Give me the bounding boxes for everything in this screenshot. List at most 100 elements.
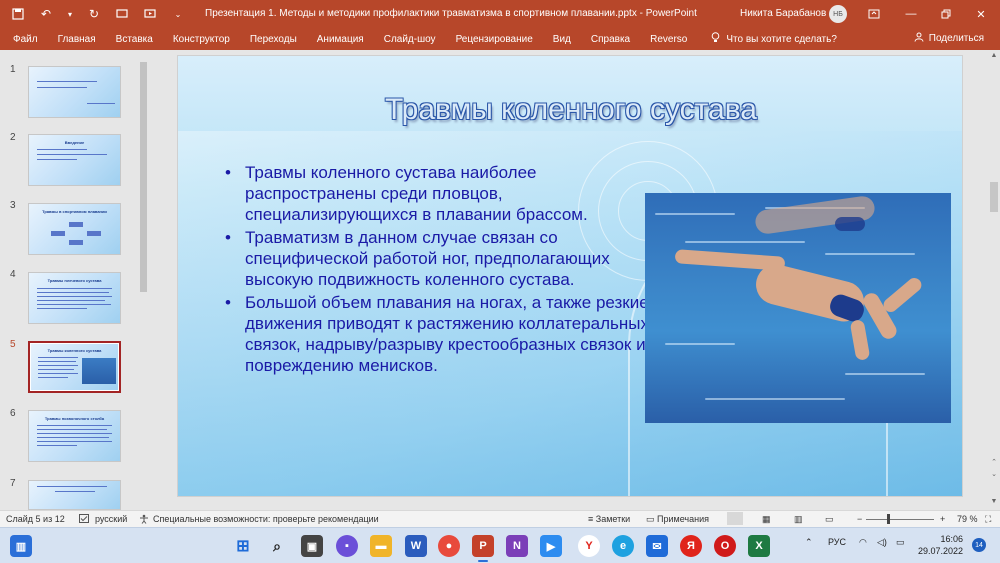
share-button[interactable]: Поделиться bbox=[914, 32, 984, 45]
notes-icon: ≡ bbox=[588, 514, 594, 524]
wifi-icon[interactable]: ◠ bbox=[859, 537, 867, 548]
zoom-in-icon[interactable]: + bbox=[940, 514, 945, 524]
scroll-up-icon[interactable]: ▲ bbox=[988, 52, 1000, 62]
slide-thumbnail-5[interactable]: Травмы коленного сустава bbox=[28, 341, 121, 393]
start-icon[interactable]: ⊞ bbox=[232, 535, 254, 557]
powerpoint-icon[interactable]: P bbox=[472, 535, 494, 557]
file-explorer-icon[interactable]: ▬ bbox=[370, 535, 392, 557]
tell-me-search[interactable]: Что вы хотите сделать? bbox=[697, 32, 837, 46]
language-indicator[interactable]: РУС bbox=[828, 537, 846, 547]
minimize-icon[interactable]: — bbox=[894, 0, 928, 28]
window-title: Презентация 1. Методы и методики профила… bbox=[205, 8, 697, 19]
tab-review[interactable]: Рецензирование bbox=[446, 34, 543, 45]
slide-thumbnail-1[interactable] bbox=[28, 66, 121, 118]
save-icon[interactable] bbox=[10, 6, 26, 22]
zoom-slider[interactable] bbox=[866, 519, 934, 520]
zoom-app-icon[interactable]: ▶ bbox=[540, 535, 562, 557]
tab-animations[interactable]: Анимация bbox=[307, 34, 374, 45]
slide-edit-area: Травмы коленного сустава Травмы коленног… bbox=[152, 50, 988, 510]
thumbnail-number: 4 bbox=[10, 269, 16, 280]
accessibility-status[interactable]: Специальные возможности: проверьте реком… bbox=[153, 514, 379, 524]
slide-thumbnail-7[interactable] bbox=[28, 480, 121, 510]
slide-sorter-icon[interactable]: ▦ bbox=[762, 514, 771, 525]
word-icon[interactable]: W bbox=[405, 535, 427, 557]
comments-button[interactable]: ▭ Примечания bbox=[646, 514, 709, 525]
language-indicator[interactable]: русский bbox=[95, 514, 127, 524]
opera-icon[interactable]: O bbox=[714, 535, 736, 557]
swimmer-photo[interactable] bbox=[645, 193, 951, 423]
zoom-level[interactable]: 79 % bbox=[957, 514, 978, 524]
slide-canvas[interactable]: Травмы коленного сустава Травмы коленног… bbox=[177, 55, 963, 497]
undo-icon[interactable]: ↶ bbox=[38, 6, 54, 22]
slide-thumbnail-6[interactable]: Травмы позвоночного столба bbox=[28, 410, 121, 462]
tab-design[interactable]: Конструктор bbox=[163, 34, 240, 45]
show-hidden-icons[interactable]: ⌃ bbox=[805, 537, 813, 548]
title-bar: ↶ ▾ ↻ ⌄ Презентация 1. Методы и методики… bbox=[0, 0, 1000, 28]
ribbon-tabs: Файл Главная Вставка Конструктор Переход… bbox=[0, 28, 1000, 50]
scrollbar-thumb[interactable] bbox=[990, 182, 998, 212]
comment-icon: ▭ bbox=[646, 514, 655, 524]
task-view-icon[interactable]: ▣ bbox=[301, 535, 323, 557]
presentation-icon[interactable] bbox=[114, 6, 130, 22]
battery-icon[interactable]: ▭ bbox=[896, 537, 905, 548]
customize-toolbar-icon[interactable]: ⌄ bbox=[170, 6, 186, 22]
yandex-icon[interactable]: Y bbox=[578, 535, 600, 557]
slide-thumbnail-2[interactable]: Введение bbox=[28, 134, 121, 186]
tab-slideshow[interactable]: Слайд-шоу bbox=[374, 34, 446, 45]
zoom-out-icon[interactable]: − bbox=[857, 514, 862, 524]
tab-insert[interactable]: Вставка bbox=[106, 34, 163, 45]
start-from-beginning-icon[interactable] bbox=[142, 6, 158, 22]
scroll-down-icon[interactable]: ▼ bbox=[988, 498, 1000, 508]
slideshow-view-icon[interactable]: ▭ bbox=[825, 514, 834, 525]
thumbnail-scrollbar[interactable] bbox=[138, 50, 148, 510]
user-name[interactable]: Никита Барабанов bbox=[740, 8, 826, 19]
tab-reverso[interactable]: Reverso bbox=[640, 34, 697, 45]
chrome-icon[interactable]: ● bbox=[438, 535, 460, 557]
slide-thumbnail-3[interactable]: Травмы в спортивном плавании bbox=[28, 203, 121, 255]
windows-taskbar: ▥ ⊞ ⌕ ▣ ▪ ▬ W ● P N ▶ Y e ✉ Я O X ⌃ РУС … bbox=[0, 527, 1000, 563]
slide-title[interactable]: Травмы коленного сустава bbox=[178, 93, 962, 127]
excel-icon[interactable]: X bbox=[748, 535, 770, 557]
redo-icon[interactable]: ↻ bbox=[86, 6, 102, 22]
search-icon[interactable]: ⌕ bbox=[266, 535, 288, 557]
tab-transitions[interactable]: Переходы bbox=[240, 34, 307, 45]
avatar[interactable]: НБ bbox=[829, 5, 847, 23]
tab-file[interactable]: Файл bbox=[0, 34, 48, 45]
thumbnail-number: 2 bbox=[10, 132, 16, 143]
tab-help[interactable]: Справка bbox=[581, 34, 640, 45]
ribbon-display-options-icon[interactable] bbox=[857, 0, 891, 28]
volume-icon[interactable]: ◁) bbox=[877, 537, 887, 548]
notes-button[interactable]: ≡ Заметки bbox=[588, 514, 630, 524]
zoom-slider-handle[interactable] bbox=[887, 514, 890, 524]
normal-view-icon[interactable] bbox=[727, 512, 743, 525]
thumbnail-number: 1 bbox=[10, 64, 16, 75]
tab-home[interactable]: Главная bbox=[48, 34, 106, 45]
slide-bullet-list[interactable]: Травмы коленного сустава наиболее распро… bbox=[223, 162, 653, 378]
chat-icon[interactable]: ▪ bbox=[336, 535, 358, 557]
spellcheck-icon[interactable] bbox=[79, 514, 89, 525]
accessibility-icon[interactable] bbox=[139, 514, 149, 526]
next-slide-icon[interactable]: ⌄ bbox=[988, 470, 1000, 480]
chevron-down-icon[interactable]: ▾ bbox=[66, 6, 74, 22]
thumbnail-number: 3 bbox=[10, 200, 16, 211]
previous-slide-icon[interactable]: ⌃ bbox=[988, 458, 1000, 468]
clock-date: 29.07.2022 bbox=[918, 546, 964, 556]
widgets-icon[interactable]: ▥ bbox=[10, 535, 32, 557]
yandex-browser-icon[interactable]: Я bbox=[680, 535, 702, 557]
close-icon[interactable]: ✕ bbox=[964, 0, 998, 28]
system-clock[interactable]: 16:06 29.07.2022 bbox=[918, 533, 963, 557]
reading-view-icon[interactable]: ▥ bbox=[794, 514, 803, 525]
mail-icon[interactable]: ✉ bbox=[646, 535, 668, 557]
thumbnail-number: 5 bbox=[10, 339, 16, 350]
restore-icon[interactable] bbox=[929, 0, 963, 28]
quick-access-toolbar: ↶ ▾ ↻ ⌄ bbox=[0, 6, 200, 22]
fit-slide-icon[interactable]: ⛶ bbox=[985, 514, 991, 525]
edge-icon[interactable]: e bbox=[612, 535, 634, 557]
notification-badge[interactable]: 14 bbox=[972, 538, 986, 552]
tab-view[interactable]: Вид bbox=[543, 34, 581, 45]
onenote-icon[interactable]: N bbox=[506, 535, 528, 557]
slide-scrollbar[interactable]: ▲ ⌃ ⌄ ▼ bbox=[988, 50, 1000, 510]
thumbnail-number: 7 bbox=[10, 478, 16, 489]
scrollbar-thumb[interactable] bbox=[140, 62, 147, 292]
slide-thumbnail-4[interactable]: Травмы плечевого сустава bbox=[28, 272, 121, 324]
